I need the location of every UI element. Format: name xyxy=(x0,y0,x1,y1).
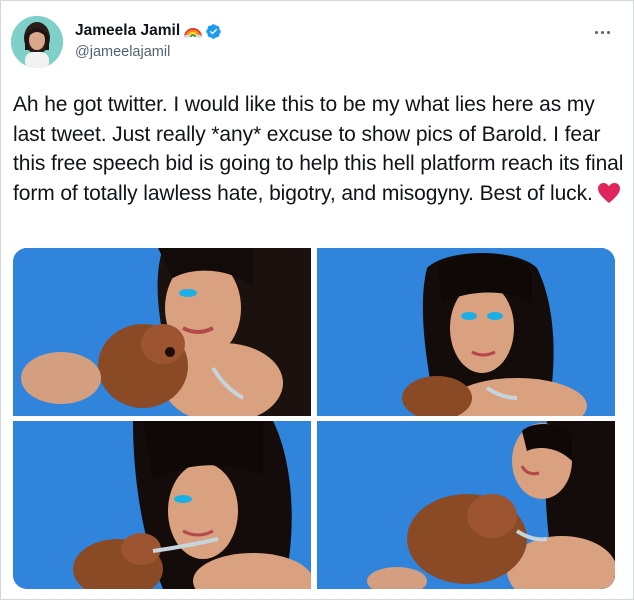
photo-2[interactable] xyxy=(317,248,615,416)
photo-1[interactable] xyxy=(13,248,311,416)
photo-4[interactable] xyxy=(317,421,615,589)
avatar[interactable] xyxy=(11,16,63,68)
more-options-icon[interactable] xyxy=(589,22,615,42)
user-names: Jameela Jamil @jameelajamil xyxy=(75,20,222,60)
rainbow-icon xyxy=(184,24,203,39)
tweet-header: Jameela Jamil @jameelajamil xyxy=(11,16,623,72)
photo-3-image xyxy=(13,421,311,589)
photo-3[interactable] xyxy=(13,421,311,589)
user-handle[interactable]: @jameelajamil xyxy=(75,44,222,60)
red-heart-icon xyxy=(597,182,621,204)
tweet-body: Ah he got twitter. I would like this to … xyxy=(13,93,624,205)
media-grid xyxy=(13,248,615,589)
verified-badge-icon xyxy=(205,23,222,40)
photo-1-image xyxy=(13,248,311,416)
photo-4-image xyxy=(317,421,615,589)
tweet-card: Jameela Jamil @jameelajamil Ah he got tw… xyxy=(0,0,634,600)
photo-2-image xyxy=(317,248,615,416)
tweet-text: Ah he got twitter. I would like this to … xyxy=(13,90,625,208)
display-name[interactable]: Jameela Jamil xyxy=(75,22,180,40)
